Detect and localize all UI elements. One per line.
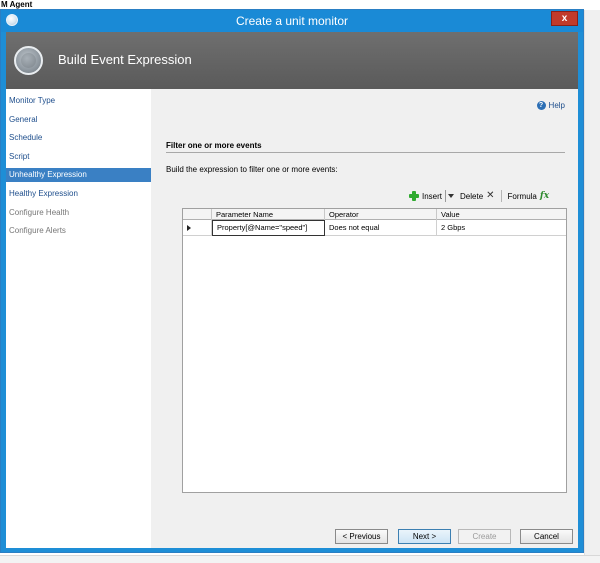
sidebar-item-healthy-expression[interactable]: Healthy Expression xyxy=(6,187,151,201)
banner-title: Build Event Expression xyxy=(58,52,192,67)
grid-header: Parameter Name Operator Value xyxy=(183,209,566,220)
previous-button[interactable]: < Previous xyxy=(335,529,388,544)
toolbar-separator xyxy=(500,190,502,202)
sidebar-item-configure-health: Configure Health xyxy=(9,208,70,217)
section-title: Filter one or more events xyxy=(166,141,262,150)
sidebar-item-script[interactable]: Script xyxy=(6,150,151,164)
dialog-content: Build Event Expression Monitor Type Gene… xyxy=(6,32,578,548)
expression-grid: Parameter Name Operator Value Property[@… xyxy=(182,208,567,493)
expression-toolbar: Insert Delete ✕ Formula fx xyxy=(409,189,549,203)
grid-header-operator[interactable]: Operator xyxy=(325,209,437,220)
sidebar-item-general[interactable]: General xyxy=(6,113,151,127)
grid-header-selector xyxy=(183,209,212,220)
value-cell[interactable]: 2 Gbps xyxy=(437,220,566,236)
help-icon: ? xyxy=(536,101,546,110)
table-row[interactable]: Property[@Name="speed"] Does not equal 2… xyxy=(183,220,566,236)
close-button[interactable]: x xyxy=(551,11,578,26)
cancel-button[interactable]: Cancel xyxy=(520,529,573,544)
row-pointer-arrow-icon xyxy=(187,225,191,231)
wizard-banner: Build Event Expression xyxy=(6,32,578,89)
background-scrollbar-strip xyxy=(584,10,600,563)
sidebar-item-unhealthy-expression[interactable]: Unhealthy Expression xyxy=(6,168,151,182)
window-title: Create a unit monitor xyxy=(235,14,349,28)
row-selector[interactable] xyxy=(183,220,212,236)
create-unit-monitor-dialog: Create a unit monitor x Build Event Expr… xyxy=(0,9,584,553)
background-bottom-strip xyxy=(0,555,600,563)
formula-label: Formula xyxy=(507,191,537,201)
section-divider xyxy=(166,152,565,153)
help-label: Help xyxy=(548,101,565,110)
delete-x-icon: ✕ xyxy=(486,190,495,201)
sidebar-item-schedule[interactable]: Schedule xyxy=(6,131,151,145)
insert-dropdown-chevron-down-icon[interactable] xyxy=(445,190,455,202)
delete-button[interactable]: Delete ✕ xyxy=(460,191,495,201)
grid-header-parameter-name[interactable]: Parameter Name xyxy=(212,209,325,220)
operator-cell[interactable]: Does not equal xyxy=(325,220,437,236)
wizard-footer: < Previous Next > Create Cancel xyxy=(151,526,578,548)
next-button[interactable]: Next > xyxy=(398,529,451,544)
formula-button[interactable]: Formula fx xyxy=(508,191,550,201)
create-button: Create xyxy=(458,529,511,544)
insert-label: Insert xyxy=(422,191,443,201)
window-titlebar[interactable]: Create a unit monitor x xyxy=(1,10,583,32)
formula-fx-icon: fx xyxy=(539,191,550,201)
help-link[interactable]: ? Help xyxy=(536,101,565,110)
sidebar-item-monitor-type[interactable]: Monitor Type xyxy=(6,94,151,108)
main-panel: ? Help Filter one or more events Build t… xyxy=(151,89,578,548)
delete-label: Delete xyxy=(460,191,484,201)
plus-icon xyxy=(409,191,419,201)
wizard-orb-icon xyxy=(14,46,43,75)
sidebar-item-configure-alerts: Configure Alerts xyxy=(9,226,66,235)
insert-button[interactable]: Insert xyxy=(409,191,442,201)
parameter-name-cell[interactable]: Property[@Name="speed"] xyxy=(212,220,325,236)
instruction-text: Build the expression to filter one or mo… xyxy=(166,165,338,174)
grid-header-value[interactable]: Value xyxy=(437,209,566,220)
wizard-sidebar: Monitor Type General Schedule Script Unh… xyxy=(6,89,151,548)
